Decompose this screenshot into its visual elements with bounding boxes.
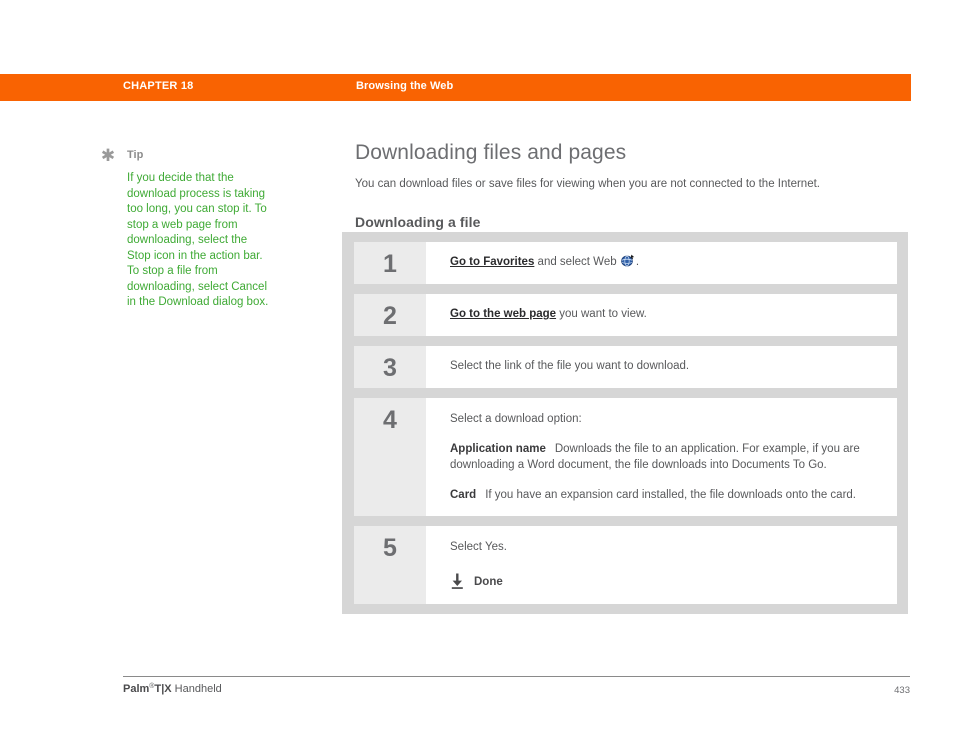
page-header-bar: CHAPTER 18 Browsing the Web xyxy=(0,74,911,101)
step-row: 3 Select the link of the file you want t… xyxy=(354,346,897,388)
step-number-cell: 1 xyxy=(354,242,426,284)
option-description: If you have an expansion card installed,… xyxy=(485,489,856,501)
step-row: 1 Go to Favorites and select Web . xyxy=(354,242,897,284)
tip-text: If you decide that the download process … xyxy=(127,172,269,308)
footer-brand: Palm®T|X Handheld xyxy=(123,683,222,695)
step-action-link[interactable]: Go to the web page xyxy=(450,308,556,320)
step-number-cell: 4 xyxy=(354,398,426,516)
step-content: Go to the web page you want to view. xyxy=(426,294,897,336)
chapter-label: CHAPTER 18 xyxy=(123,80,194,92)
footer-brand-rest: Handheld xyxy=(171,683,222,695)
page-title: Downloading files and pages xyxy=(355,141,627,164)
web-globe-icon xyxy=(621,254,635,267)
step-content: Go to Favorites and select Web . xyxy=(426,242,897,284)
step-content: Select the link of the file you want to … xyxy=(426,346,897,388)
step-number-cell: 2 xyxy=(354,294,426,336)
option-term: Card xyxy=(450,489,477,501)
step-option: Application name Downloads the file to an… xyxy=(450,441,881,473)
step-number: 3 xyxy=(383,354,397,382)
step-row: 5 Select Yes. Done xyxy=(354,526,897,604)
step-option: Card If you have an expansion card instal… xyxy=(450,487,881,503)
chapter-title: Browsing the Web xyxy=(356,80,454,92)
tip-sidebar: ✱ Tip If you decide that the download pr… xyxy=(100,146,280,311)
step-number-cell: 3 xyxy=(354,346,426,388)
step-text-tail: . xyxy=(635,256,640,268)
step-row: 2 Go to the web page you want to view. xyxy=(354,294,897,336)
done-marker: Done xyxy=(450,573,881,590)
tip-label: Tip xyxy=(127,149,144,161)
main-content-column: Downloading files and pages You can down… xyxy=(355,140,910,230)
tip-header: ✱ Tip xyxy=(100,146,280,166)
footer-divider xyxy=(123,676,910,677)
step-row: 4 Select a download option: Application … xyxy=(354,398,897,516)
step-text: you want to view. xyxy=(556,308,647,320)
step-content: Select Yes. Done xyxy=(426,526,897,604)
step-text: Select the link of the file you want to … xyxy=(450,360,690,372)
section-subtitle: Downloading a file xyxy=(355,214,481,230)
step-text: Select a download option: xyxy=(450,413,582,425)
footer-brand-model: T|X xyxy=(154,683,172,695)
step-number-cell: 5 xyxy=(354,526,426,604)
step-number: 1 xyxy=(383,250,397,278)
step-text: Select Yes. xyxy=(450,541,507,553)
intro-paragraph: You can download files or save files for… xyxy=(355,178,820,190)
page-footer: Palm®T|X Handheld 433 xyxy=(123,676,910,699)
done-label: Done xyxy=(474,575,503,588)
step-number: 4 xyxy=(383,406,397,434)
asterisk-icon: ✱ xyxy=(100,146,116,165)
step-text: and select Web xyxy=(534,256,620,268)
footer-brand-name: Palm xyxy=(123,683,150,695)
step-action-link[interactable]: Go to Favorites xyxy=(450,256,534,268)
done-download-icon xyxy=(450,573,465,590)
step-content: Select a download option: Application na… xyxy=(426,398,897,516)
step-number: 5 xyxy=(383,534,397,562)
step-number: 2 xyxy=(383,302,397,330)
page-number: 433 xyxy=(894,685,910,696)
option-term: Application name xyxy=(450,443,546,455)
procedure-steps-container: 1 Go to Favorites and select Web . 2 Go … xyxy=(342,232,908,614)
